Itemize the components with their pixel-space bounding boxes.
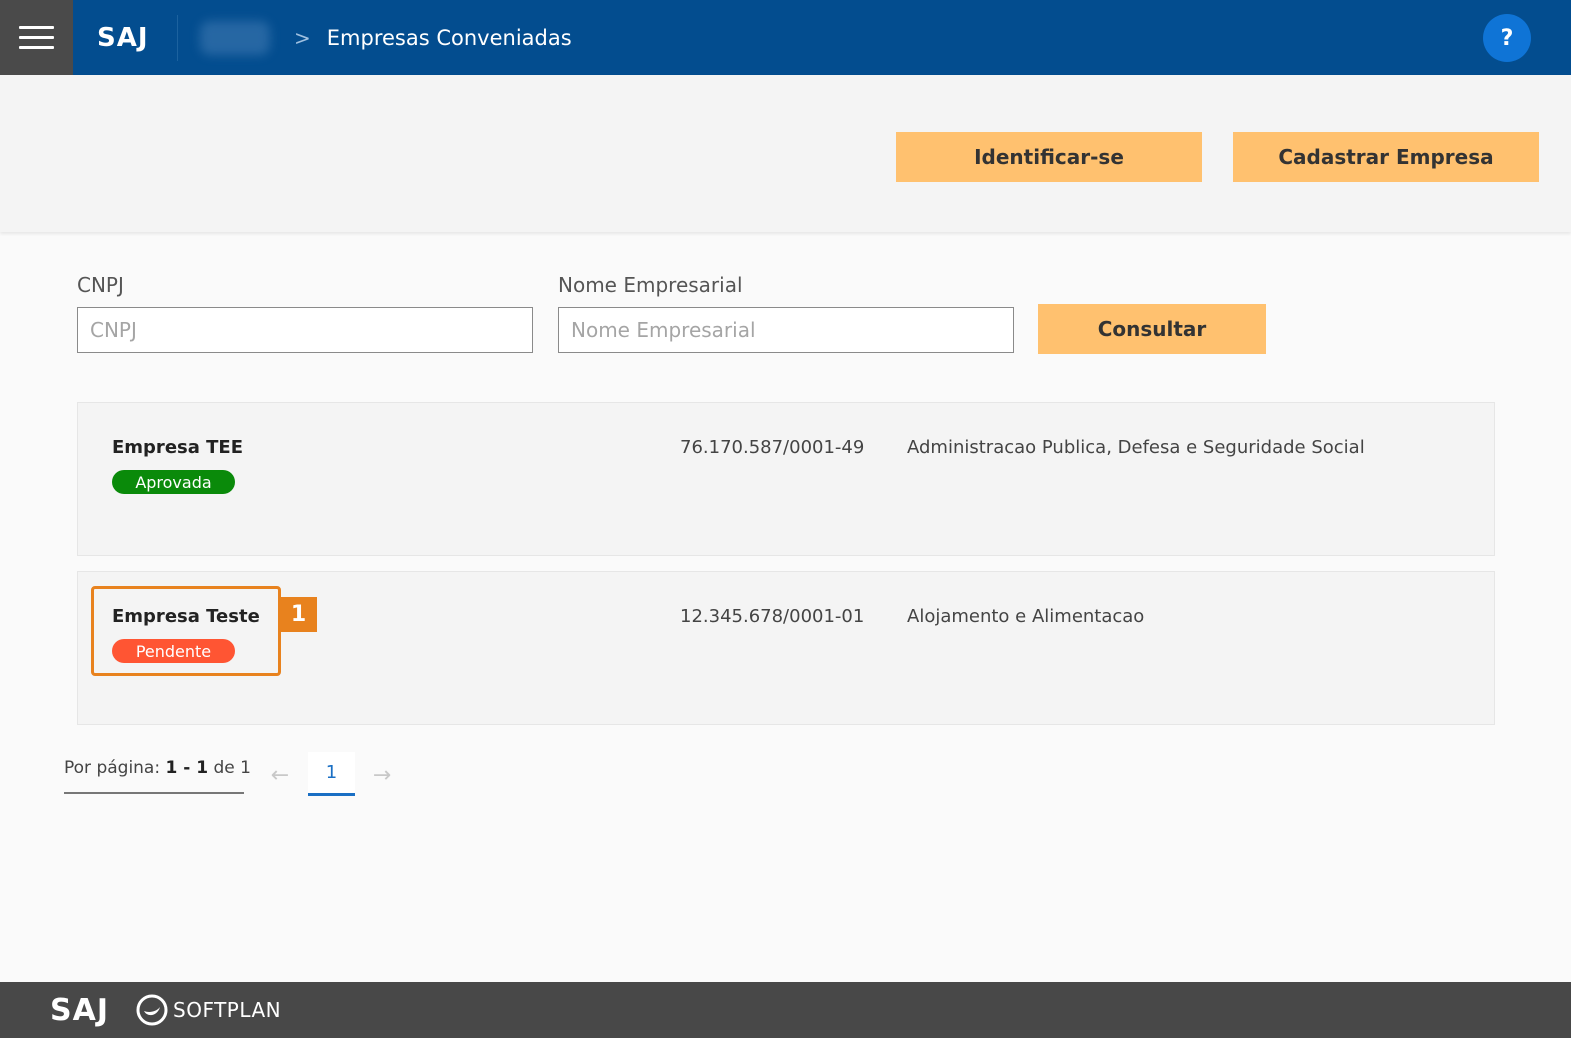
register-company-button[interactable]: Cadastrar Empresa bbox=[1233, 132, 1539, 182]
footer-softplan-logo: SOFTPLAN bbox=[173, 998, 282, 1022]
company-name-label: Nome Empresarial bbox=[558, 273, 743, 297]
cnpj-input[interactable] bbox=[77, 307, 533, 353]
action-bar: Identificar-se Cadastrar Empresa bbox=[0, 75, 1571, 232]
status-badge: Pendente bbox=[112, 639, 235, 663]
softplan-logo-icon bbox=[135, 993, 169, 1027]
per-page-selector[interactable]: Por página: 1 - 1 de 1 bbox=[64, 758, 251, 794]
company-cnpj: 76.170.587/0001-49 bbox=[680, 437, 865, 458]
identify-button[interactable]: Identificar-se bbox=[896, 132, 1202, 182]
hamburger-menu-button[interactable] bbox=[0, 0, 73, 75]
annotation-callout: 1 bbox=[280, 597, 317, 632]
menu-icon-bar bbox=[19, 46, 54, 49]
help-button[interactable]: ? bbox=[1483, 14, 1531, 62]
company-name: Empresa Teste bbox=[112, 606, 260, 627]
per-page-range: 1 - 1 bbox=[165, 758, 209, 778]
status-badge: Aprovada bbox=[112, 470, 235, 494]
company-activity: Alojamento e Alimentacao bbox=[907, 606, 1145, 627]
per-page-of: de bbox=[213, 758, 235, 778]
per-page-total: 1 bbox=[240, 758, 251, 778]
arrow-left-icon[interactable]: ← bbox=[262, 760, 298, 790]
blurred-breadcrumb-item[interactable] bbox=[200, 20, 270, 55]
per-page-prefix: Por página: bbox=[64, 758, 161, 778]
saj-logo[interactable]: SAJ bbox=[97, 23, 177, 53]
menu-icon bbox=[19, 26, 54, 29]
company-activity: Administracao Publica, Defesa e Segurida… bbox=[907, 437, 1365, 458]
company-cnpj: 12.345.678/0001-01 bbox=[680, 606, 865, 627]
footer-saj-logo: SAJ bbox=[50, 992, 109, 1028]
arrow-right-icon[interactable]: → bbox=[364, 760, 400, 790]
company-card[interactable]: Empresa TEE Aprovada 76.170.587/0001-49 … bbox=[77, 402, 1495, 556]
cnpj-label: CNPJ bbox=[77, 273, 124, 297]
page-title: Empresas Conveniadas bbox=[326, 25, 572, 50]
search-button[interactable]: Consultar bbox=[1038, 304, 1266, 354]
page-button-current[interactable]: 1 bbox=[308, 752, 355, 796]
chevron-right-icon: > bbox=[294, 25, 311, 50]
menu-icon-bar bbox=[19, 36, 54, 39]
company-name: Empresa TEE bbox=[112, 437, 244, 458]
footer: SAJ SOFTPLAN bbox=[0, 982, 1571, 1038]
company-name-input[interactable] bbox=[558, 307, 1014, 353]
top-bar: SAJ > Empresas Conveniadas ? bbox=[0, 0, 1571, 75]
header-divider bbox=[177, 14, 178, 61]
company-card[interactable]: Empresa Teste Pendente 12.345.678/0001-0… bbox=[77, 571, 1495, 725]
